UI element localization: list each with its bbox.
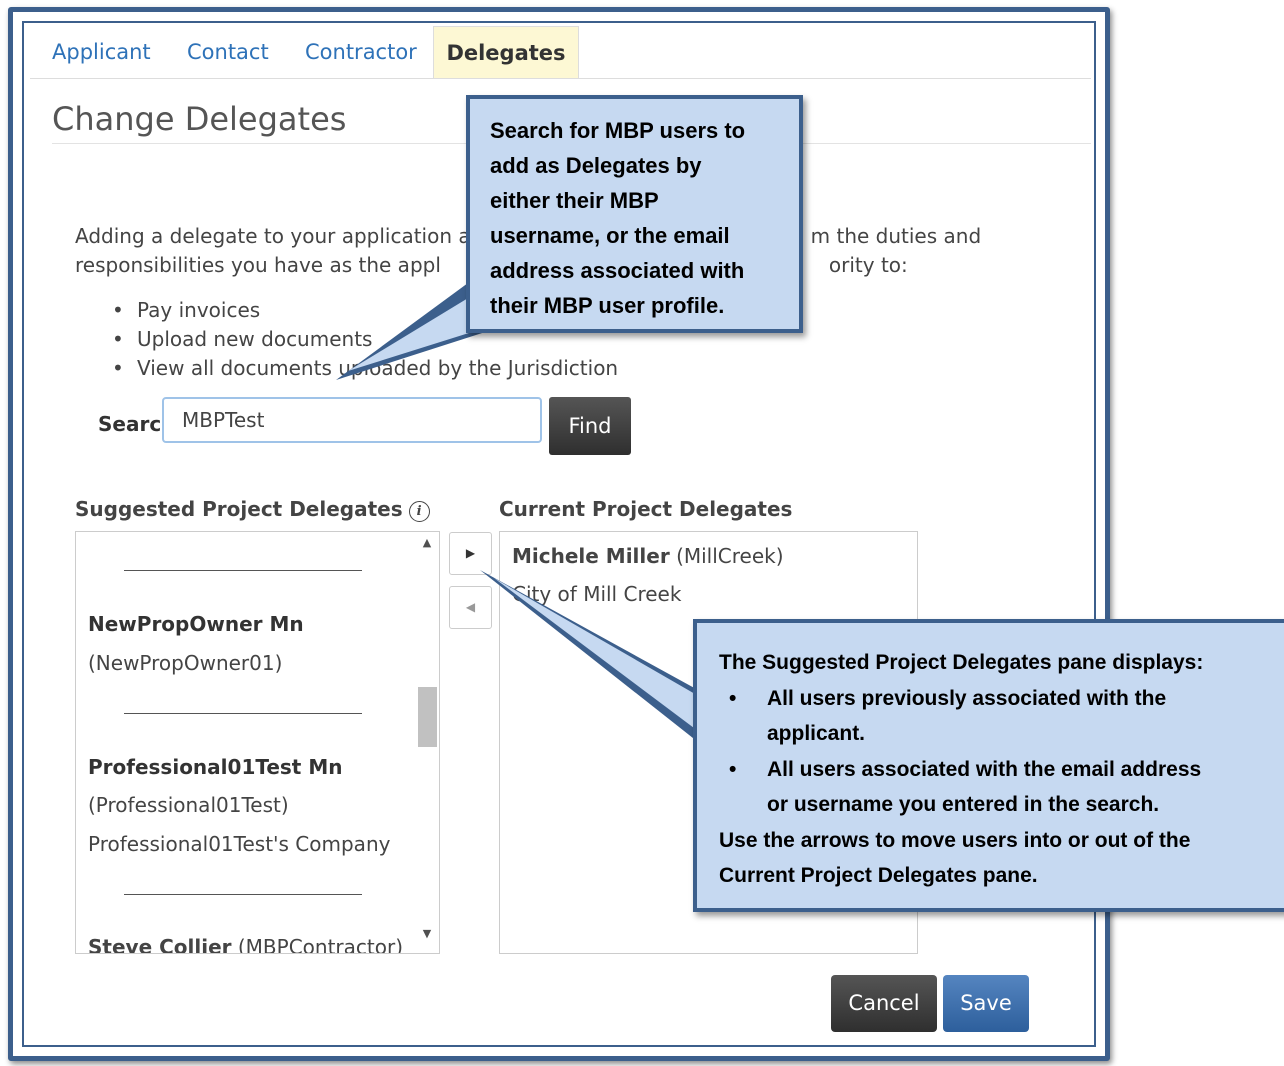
tab-contractor[interactable]: Contractor	[305, 26, 417, 78]
suggested-scrollbar[interactable]: ▲ ▼	[415, 532, 439, 953]
suggested-delegates-pane[interactable]: NewPropOwner Mn (NewPropOwner01) Profess…	[75, 531, 440, 954]
move-right-button[interactable]: ▶	[449, 532, 492, 575]
triangle-right-icon: ▶	[465, 546, 476, 560]
suggested-item-username: (MBPContractor)	[237, 935, 404, 954]
callout-bullet-text: applicant.	[767, 722, 866, 745]
tab-bar: Applicant Contact Contractor Delegates	[30, 26, 1091, 79]
suggested-item-name[interactable]: Professional01Test Mn	[88, 755, 342, 779]
tab-contact[interactable]: Contact	[187, 26, 269, 78]
save-button[interactable]: Save	[943, 975, 1029, 1032]
suggested-item-username: (NewPropOwner01)	[88, 651, 283, 675]
callout-bullet-text: All users previously associated with the	[767, 686, 1167, 710]
intro-line-2-start: responsibilities you have as the appl	[75, 253, 441, 277]
find-button[interactable]: Find	[549, 397, 631, 455]
suggested-item-name: Steve Collier	[88, 935, 232, 954]
item-divider	[124, 713, 362, 714]
scroll-up-arrow-icon[interactable]: ▲	[415, 536, 439, 556]
intro-line-1-start: Adding a delegate to your application a	[75, 224, 471, 248]
callout-bullet-cont: applicant.	[719, 716, 1267, 752]
search-input[interactable]: MBPTest	[162, 397, 542, 443]
callout-bullet-text: All users associated with the email addr…	[767, 757, 1202, 781]
current-item-company: City of Mill Creek	[512, 582, 682, 606]
intro-line-1-end: m the duties and	[810, 224, 982, 248]
callout-line: Search for MBP users to	[490, 118, 746, 143]
callout-line: their MBP user profile.	[490, 293, 725, 318]
callout-line: address associated with	[490, 258, 745, 283]
tab-applicant[interactable]: Applicant	[52, 26, 151, 78]
callout-outro: Current Project Delegates pane.	[719, 864, 1038, 887]
callout-intro: The Suggested Project Delegates pane dis…	[719, 651, 1204, 674]
suggested-item-username: (Professional01Test)	[88, 793, 289, 817]
intro-line-2-end: ority to:	[828, 253, 908, 277]
suggested-item-name[interactable]: NewPropOwner Mn	[88, 612, 304, 636]
item-divider	[124, 894, 362, 895]
callout-outro: Use the arrows to move users into or out…	[719, 828, 1191, 852]
callout-line: either their MBP	[490, 188, 659, 213]
callout-line: add as Delegates by	[490, 153, 702, 178]
current-delegates-title: Current Project Delegates	[499, 497, 793, 521]
callout-bullet-cont: or username you entered in the search.	[719, 787, 1267, 823]
cancel-button[interactable]: Cancel	[831, 975, 937, 1032]
current-item[interactable]: Michele Miller (MillCreek)	[512, 544, 784, 568]
suggested-item-company: Professional01Test's Company	[88, 832, 391, 856]
search-tip-callout: Search for MBP users to add as Delegates…	[466, 95, 803, 333]
callout-line: username, or the email	[490, 223, 730, 248]
move-left-button[interactable]: ◀	[449, 586, 492, 629]
page-title: Change Delegates	[52, 100, 347, 138]
current-item-name: Michele Miller	[512, 544, 670, 568]
pane-tip-callout: The Suggested Project Delegates pane dis…	[693, 619, 1284, 912]
callout-bullet-text: or username you entered in the search.	[767, 793, 1160, 816]
suggested-delegates-title: Suggested Project Delegates	[75, 497, 403, 521]
info-icon[interactable]: i	[408, 501, 430, 522]
suggested-item-partial[interactable]: Steve Collier (MBPContractor)	[88, 935, 404, 954]
tab-delegates[interactable]: Delegates	[433, 26, 579, 78]
suggested-delegates-heading: Suggested Project Delegates i	[75, 497, 430, 522]
scroll-down-arrow-icon[interactable]: ▼	[415, 927, 439, 947]
callout-bullet: All users associated with the email addr…	[719, 752, 1267, 788]
item-divider	[124, 570, 362, 571]
scroll-thumb[interactable]	[418, 687, 437, 747]
current-item-username: (MillCreek)	[676, 544, 784, 568]
callout-bullet: All users previously associated with the	[719, 681, 1267, 717]
list-item: View all documents uploaded by the Juris…	[112, 354, 618, 383]
triangle-left-icon: ◀	[465, 600, 476, 614]
